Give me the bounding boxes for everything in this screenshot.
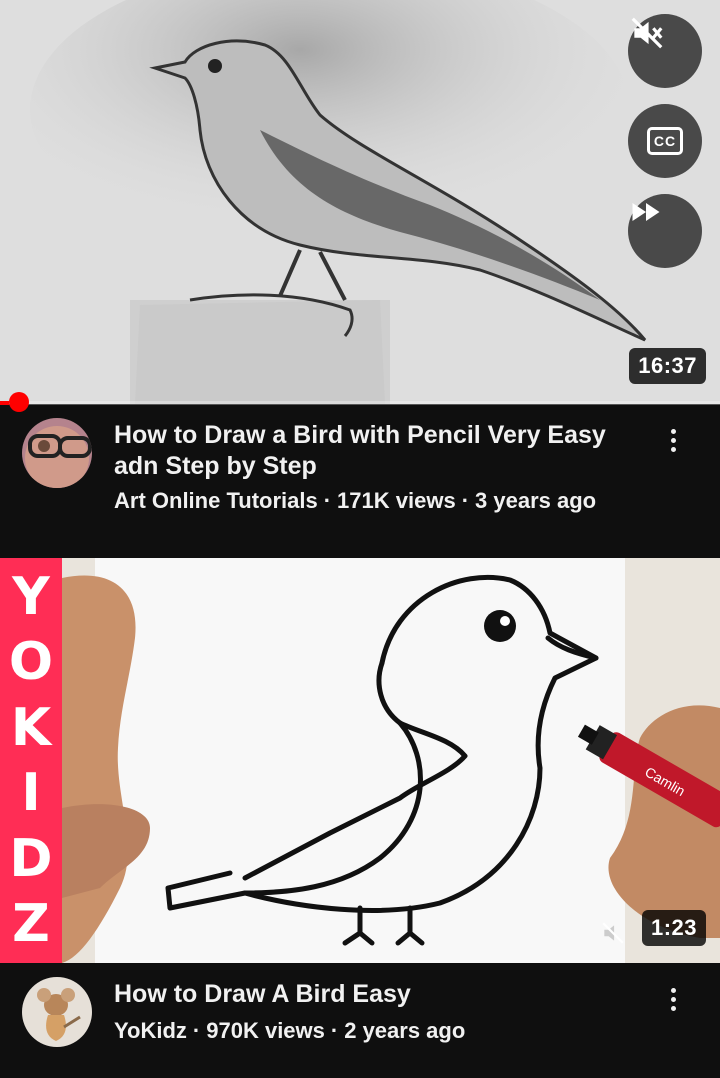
upload-age: 3 years ago [475,488,597,513]
video-metadata[interactable]: How to Draw a Bird with Pencil Very Easy… [0,404,720,558]
video-card[interactable]: CC 16:37 How to Draw a Bird with Pencil … [0,0,720,558]
separator: · [192,1018,201,1043]
video-subtitle: YoKidz · 970K views · 2 years ago [114,1018,465,1044]
more-vert-dot [670,1005,676,1011]
channel-name[interactable]: YoKidz [114,1018,187,1043]
brand-letter: K [10,697,52,758]
more-vert-icon [670,987,676,993]
avatar-image [22,977,92,1047]
brand-letter: I [21,763,41,824]
avatar-image [22,418,92,488]
mute-button[interactable] [628,14,702,88]
channel-avatar[interactable] [22,977,92,1047]
more-options-button[interactable] [658,420,688,460]
brand-letter: Y [12,566,50,627]
separator: · [323,488,332,513]
separator: · [461,488,470,513]
brand-letter: Z [12,894,50,955]
yokidz-brand-strip: Y O K I D Z [0,558,62,963]
channel-avatar[interactable] [22,418,92,488]
video-title[interactable]: How to Draw A Bird Easy [114,979,634,1010]
video-metadata[interactable]: How to Draw A Bird Easy YoKidz · 970K view… [0,963,720,1078]
brand-letter: D [9,828,53,889]
pencil-bird-drawing [0,0,720,404]
captions-icon: CC [647,127,683,155]
captions-label: CC [653,133,677,149]
video-card[interactable]: Camlin Y O K I D Z 1:23 How to Draw A Bi… [0,558,720,1078]
upload-age: 2 years ago [344,1018,466,1043]
captions-button[interactable]: CC [628,104,702,178]
video-thumbnail-playing[interactable]: CC 16:37 [0,0,720,404]
video-thumbnail[interactable]: Camlin Y O K I D Z 1:23 [0,558,720,963]
marker-bird-drawing: Camlin [0,558,720,963]
video-duration: 16:37 [629,348,706,384]
more-vert-icon [670,428,676,434]
more-vert-dot [670,446,676,452]
fast-forward-button[interactable] [628,194,702,268]
video-title[interactable]: How to Draw a Bird with Pencil Very Easy… [114,420,634,482]
more-vert-dot [670,437,676,443]
separator: · [330,1018,339,1043]
more-options-button[interactable] [658,979,688,1019]
video-subtitle: Art Online Tutorials · 171K views · 3 years … [114,488,596,514]
video-duration: 1:23 [641,910,706,946]
view-count: 171K views [337,488,456,513]
brand-letter: O [8,632,54,693]
view-count: 970K views [206,1018,325,1043]
more-vert-dot [670,996,676,1002]
channel-name[interactable]: Art Online Tutorials [114,488,318,513]
